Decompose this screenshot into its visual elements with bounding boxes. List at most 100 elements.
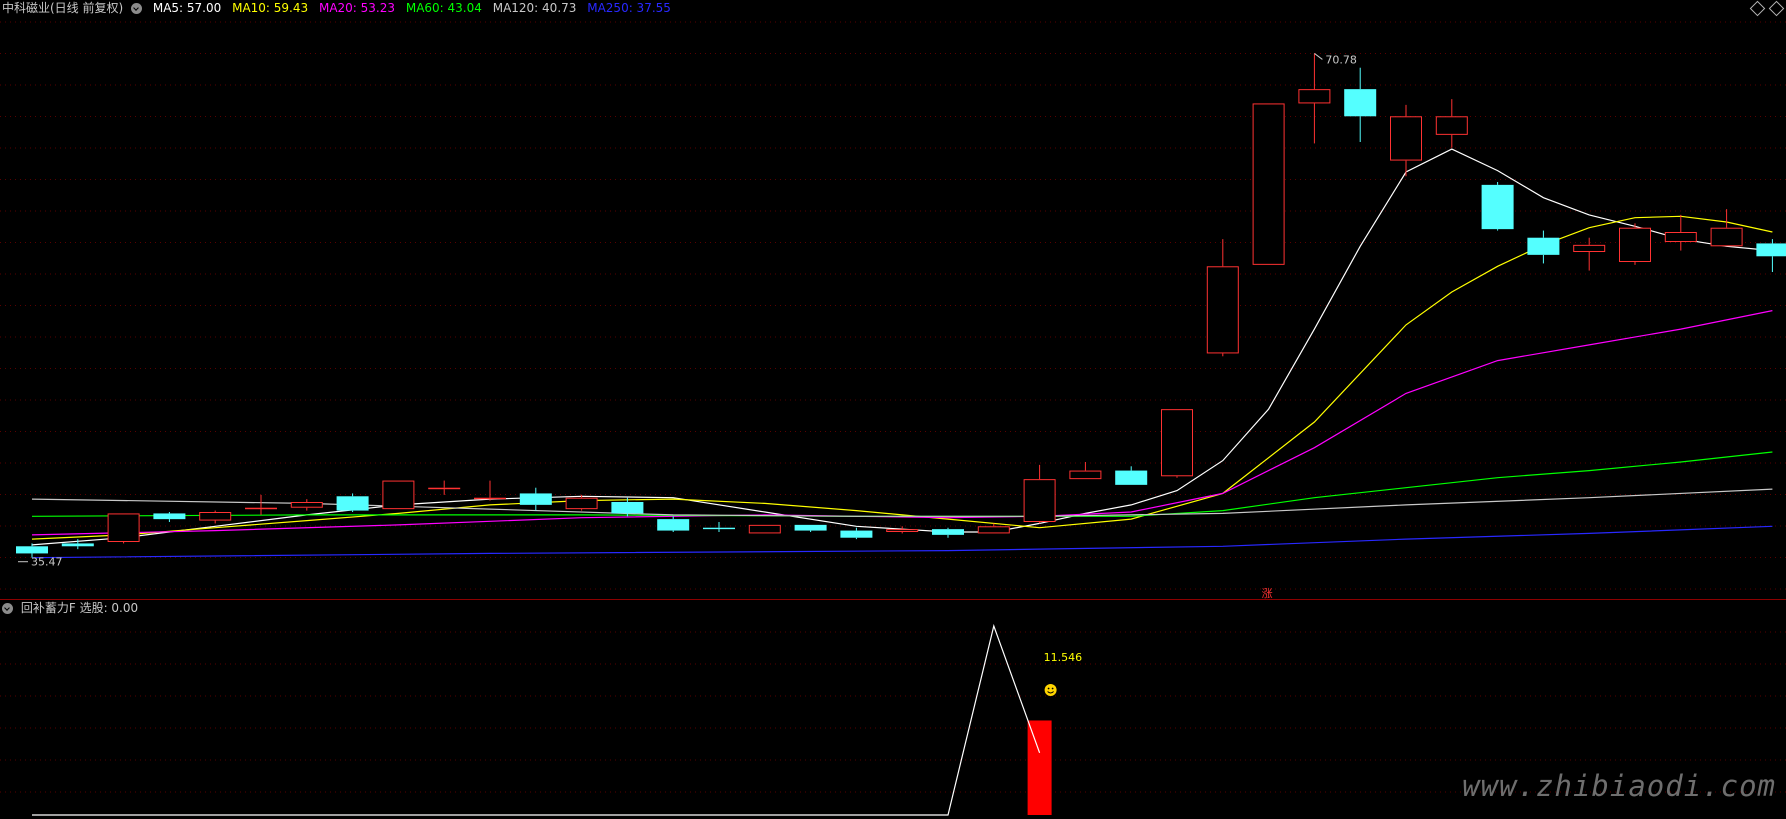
chart-canvas: 70.78 35.47 涨 11.546 — [0, 21, 1786, 816]
candle — [245, 494, 277, 515]
chart-title: 中科磁业(日线 前复权) — [2, 1, 124, 15]
limit-up-marker: 涨 — [1262, 587, 1273, 600]
candle-body-down — [336, 496, 369, 511]
candle — [1069, 462, 1102, 480]
candle — [1619, 223, 1651, 265]
candle-body-up — [382, 480, 415, 510]
candle-body-down — [703, 527, 735, 530]
candle-body-down — [611, 502, 644, 514]
ma-line-ma10 — [31, 215, 1773, 540]
candle — [794, 524, 827, 532]
candle-body-up — [245, 507, 277, 510]
candle — [382, 480, 415, 510]
candle — [1298, 53, 1331, 144]
indicator-value: 选股: 0.00 — [79, 601, 139, 615]
candle-body-up — [565, 497, 598, 510]
candle-body-up — [474, 497, 506, 500]
smiley-eye — [1047, 687, 1050, 690]
candle — [1161, 409, 1193, 478]
candle-body-down — [61, 543, 94, 547]
candle — [153, 512, 186, 522]
smiley-icon — [1044, 684, 1057, 696]
candle — [1481, 182, 1514, 231]
candle-body-up — [428, 487, 461, 490]
candle — [336, 493, 369, 512]
ma60-label: MA60: 43.04 — [405, 1, 482, 15]
indicator-bar — [1027, 720, 1052, 815]
candle — [1115, 466, 1148, 485]
candle-body-down — [794, 524, 827, 531]
ma20-label: MA20: 53.23 — [318, 1, 396, 15]
candle — [519, 487, 552, 511]
candle — [1390, 104, 1422, 177]
candle-body-up — [107, 513, 140, 543]
candle-body-up — [748, 524, 781, 534]
indicator-header: 回补蓄力F 选股: 0.00 — [0, 600, 138, 618]
candle — [1206, 239, 1239, 357]
candle-body-up — [1619, 227, 1651, 262]
low-price-label: 35.47 — [31, 556, 63, 569]
candle-body-down — [1481, 184, 1514, 230]
candle-body-up — [199, 512, 232, 521]
candle-body-up — [290, 502, 323, 508]
candle-body-up — [1573, 244, 1606, 253]
candle — [1023, 464, 1056, 524]
candle — [1435, 99, 1468, 148]
candle — [1527, 230, 1560, 264]
candle — [428, 480, 461, 495]
watermark: www.zhibiaodi.com — [1462, 769, 1776, 803]
indicator-panel: 11.546 — [32, 623, 1083, 816]
candle-body-up — [1664, 232, 1697, 242]
candle-body-up — [1390, 116, 1422, 161]
candle-body-up — [886, 529, 919, 533]
main-chart-header: 中科磁业(日线 前复权) MA5: 57.00 MA10: 59.43 MA20… — [0, 0, 1786, 18]
candle-body-up — [1435, 116, 1468, 135]
high-pointer — [1314, 53, 1323, 60]
candle — [886, 526, 919, 534]
candle-body-up — [1161, 409, 1193, 477]
candle-body-up — [1298, 89, 1331, 104]
candle — [657, 516, 690, 532]
candle — [107, 513, 140, 544]
candle-body-down — [519, 493, 552, 505]
candle-body-up — [1023, 479, 1056, 522]
candle — [748, 524, 781, 534]
candle — [474, 480, 506, 501]
candle — [1664, 214, 1697, 251]
candle-body-up — [1252, 103, 1285, 265]
ma120-label: MA120: 40.73 — [492, 1, 577, 15]
ma10-label: MA10: 59.43 — [232, 1, 309, 15]
candle — [932, 527, 964, 538]
candle — [840, 527, 873, 540]
indicator-toggle-icon[interactable] — [2, 603, 13, 614]
candle-body-down — [657, 519, 690, 531]
settings-toggle-icon[interactable] — [131, 3, 143, 14]
candle-body-down — [16, 546, 48, 554]
candle-body-down — [840, 530, 873, 538]
ma250-label: MA250: 37.55 — [587, 1, 671, 15]
candle-body-down — [1344, 89, 1377, 117]
candle — [1252, 103, 1285, 265]
ma5-label: MA5: 57.00 — [152, 1, 222, 15]
smiley-eye — [1051, 687, 1054, 690]
candle-body-down — [932, 529, 964, 535]
candle — [199, 510, 232, 524]
candle-body-down — [1527, 237, 1560, 255]
indicator-value-label: 11.546 — [1044, 651, 1083, 664]
grid-lines — [0, 21, 1786, 793]
candle-body-up — [1206, 266, 1239, 354]
candle-body-up — [977, 526, 1010, 534]
high-price-label: 70.78 — [1325, 53, 1357, 66]
indicator-line — [32, 623, 1041, 816]
candle-body-down — [1115, 470, 1148, 485]
candle-body-down — [153, 513, 186, 520]
candle-body-up — [1710, 227, 1743, 247]
indicator-title: 回补蓄力F — [20, 601, 76, 615]
candle — [1344, 67, 1377, 142]
candle-body-up — [1069, 470, 1102, 480]
candle — [1710, 209, 1743, 247]
candle — [703, 522, 735, 532]
candle — [1756, 239, 1786, 272]
candle — [290, 499, 323, 511]
candle-body-down — [1756, 243, 1786, 257]
